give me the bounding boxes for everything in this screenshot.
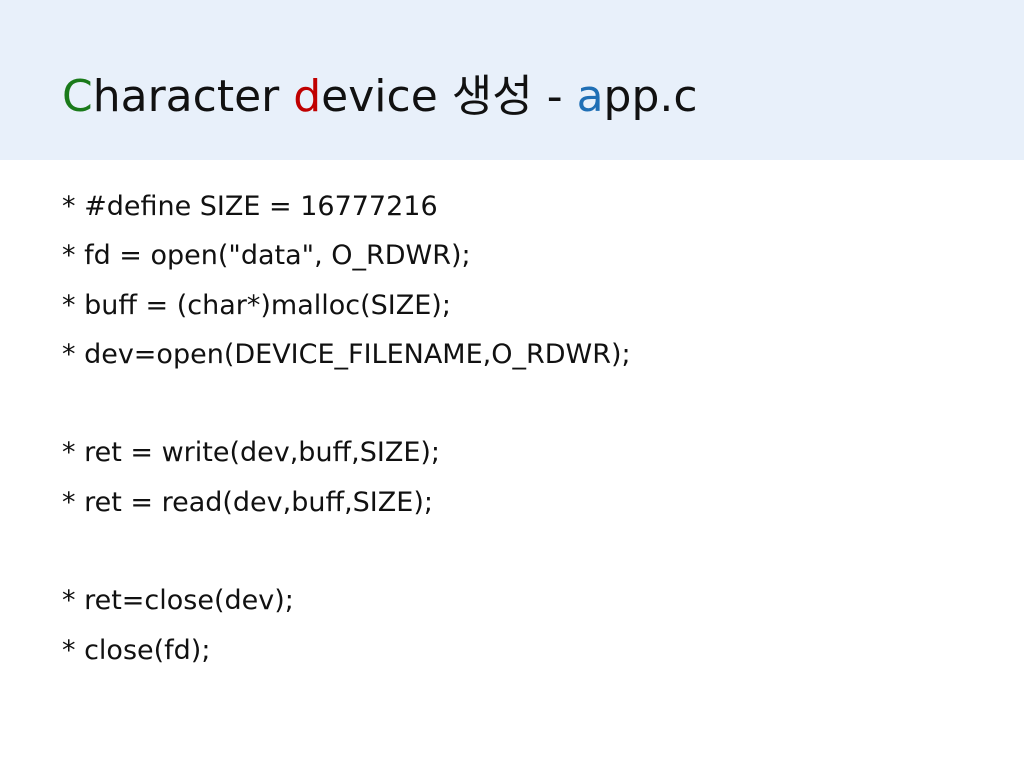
title-part-a: a	[576, 71, 604, 122]
code-line-open-data: * fd = open("data", O_RDWR);	[62, 240, 471, 272]
slide-content: * #define SIZE = 16777216 * fd = open("d…	[62, 182, 982, 675]
code-line-write: * ret = write(dev,buff,SIZE);	[62, 437, 441, 469]
code-line-malloc: * buff = (char*)malloc(SIZE);	[62, 289, 451, 321]
code-line-close-fd: * close(fd);	[62, 634, 211, 666]
title-band: Character device 생성 - app.c	[0, 0, 1024, 160]
code-line-read: * ret = read(dev,buff,SIZE);	[62, 486, 433, 518]
code-line-open-device: * dev=open(DEVICE_FILENAME,O_RDWR);	[62, 338, 631, 370]
slide-title: Character device 생성 - app.c	[62, 66, 698, 128]
title-part-evice: evice 생성 -	[321, 71, 577, 122]
code-line-define-size: * #define SIZE = 16777216	[62, 191, 438, 222]
title-part-c: C	[62, 71, 93, 122]
title-part-pp: pp.c	[603, 71, 698, 122]
title-part-haracter: haracter	[92, 71, 294, 122]
title-part-d: d	[293, 71, 322, 122]
slide: Character device 생성 - app.c * #define SI…	[0, 0, 1024, 768]
code-line-close-dev: * ret=close(dev);	[62, 585, 294, 617]
